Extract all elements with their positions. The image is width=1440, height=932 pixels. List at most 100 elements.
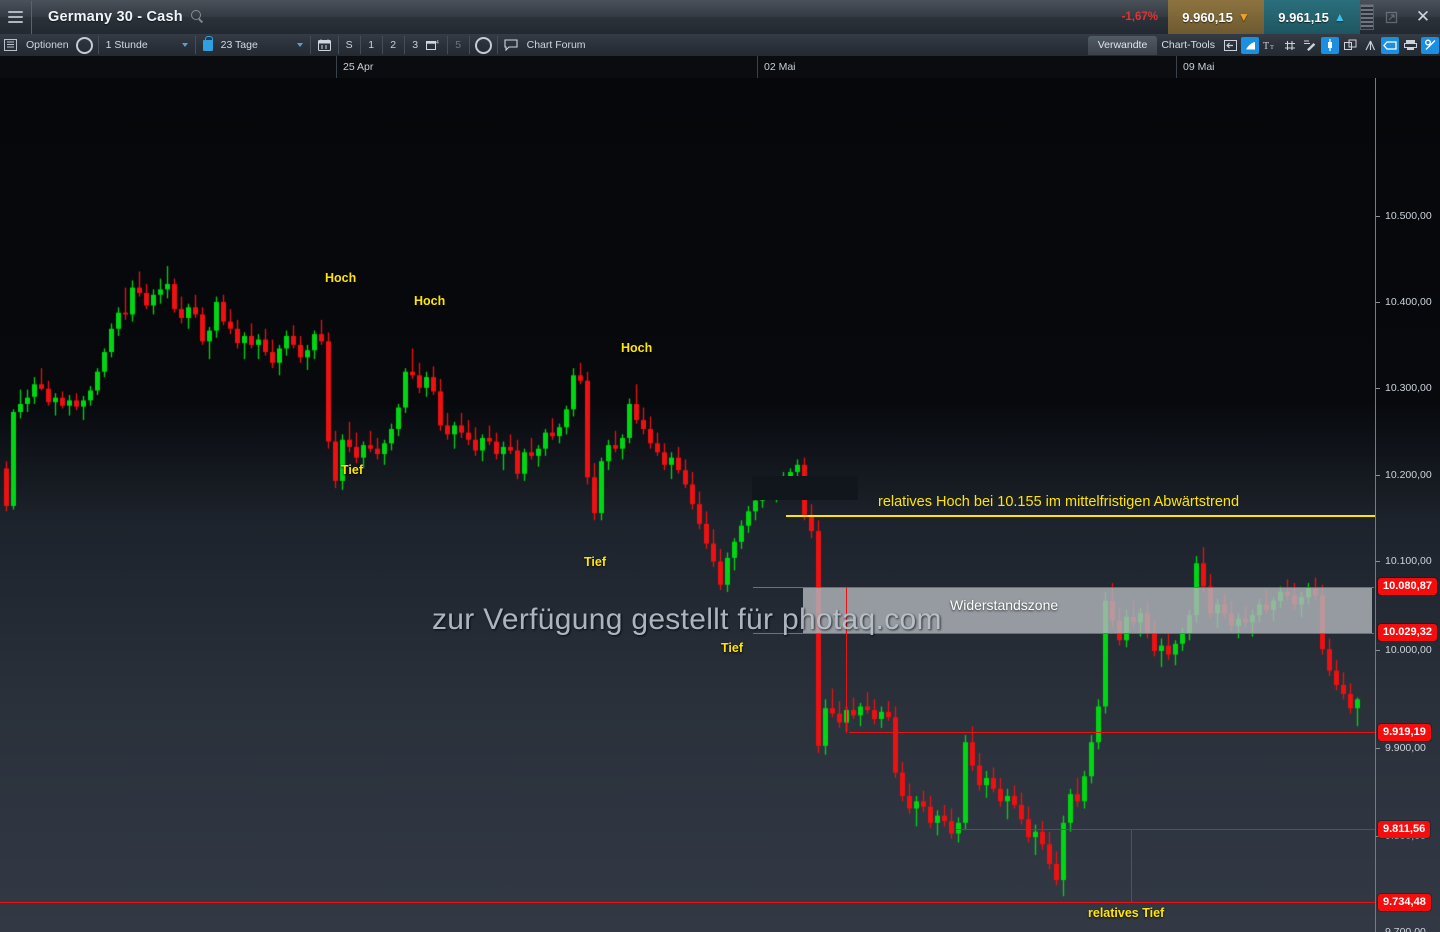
fork-tool-icon[interactable] bbox=[1361, 37, 1379, 54]
date-tick: 09 Mai bbox=[1176, 56, 1215, 78]
divider bbox=[496, 36, 498, 54]
watermark-text: zur Verfügung gestellt für photaq.com bbox=[432, 603, 942, 636]
divider bbox=[359, 36, 361, 54]
chart-annotation: Hoch bbox=[325, 271, 357, 285]
gear-icon[interactable] bbox=[75, 36, 93, 54]
chart-tools-label: Chart-Tools bbox=[1161, 39, 1215, 51]
chart-annotation: Tief bbox=[721, 641, 743, 655]
support-line[interactable] bbox=[0, 902, 1376, 903]
chart-tools-group: Verwandte Chart-Tools TT bbox=[1087, 34, 1440, 56]
price-axis-tick: 10.500,00 bbox=[1376, 209, 1440, 223]
candle-icon[interactable] bbox=[1321, 36, 1339, 54]
divider bbox=[468, 36, 470, 54]
scale-button-2[interactable]: 2 bbox=[386, 39, 401, 51]
chart-annotation: relatives Tief bbox=[1088, 906, 1165, 920]
lock-icon[interactable] bbox=[202, 35, 213, 51]
interval-value: 1 Stunde bbox=[105, 39, 148, 51]
snap-left-icon[interactable] bbox=[1221, 37, 1239, 54]
ask-price-button[interactable]: 9.961,15 ▲ bbox=[1264, 0, 1360, 34]
svg-text:T: T bbox=[1263, 41, 1269, 51]
divider bbox=[381, 36, 383, 54]
chart-dark-patch bbox=[752, 476, 858, 500]
tab-verwandte[interactable]: Verwandte bbox=[1087, 35, 1158, 55]
date-axis[interactable]: 25 Apr 02 Mai 09 Mai bbox=[0, 56, 1440, 79]
price-axis-tick: 10.100,00 bbox=[1376, 554, 1440, 568]
chart-toolbar: Optionen 1 Stunde 23 Tage S 1 2 3 4 5 Ch… bbox=[0, 34, 1440, 57]
price-axis-tick: 10.000,00 bbox=[1376, 643, 1440, 657]
chart-annotation: Tief bbox=[341, 463, 363, 477]
price-level-badge[interactable]: 9.811,56 bbox=[1378, 821, 1431, 838]
trend-note-label: relatives Hoch bei 10.155 im mittelfrist… bbox=[878, 494, 1240, 510]
restore-window-icon[interactable] bbox=[1376, 0, 1406, 34]
divider bbox=[194, 36, 196, 54]
chevron-down-icon bbox=[181, 43, 188, 47]
resistance-zone-label: Widerstandszone bbox=[950, 597, 1059, 613]
text-tool-icon[interactable]: TT bbox=[1261, 37, 1279, 54]
pencil-tool-icon[interactable] bbox=[1301, 37, 1319, 54]
price-level-badge[interactable]: 9.734,48 bbox=[1378, 894, 1431, 911]
price-level-badge[interactable]: 10.029,32 bbox=[1378, 624, 1437, 641]
bid-price-value: 9.960,15 bbox=[1182, 9, 1233, 25]
price-axis-tick: 9.900,00 bbox=[1376, 741, 1440, 755]
scale-button-3[interactable]: 3 bbox=[408, 39, 423, 51]
change-percent: -1,67% bbox=[1121, 11, 1158, 23]
list-icon[interactable] bbox=[2, 37, 19, 53]
magic-wand-icon[interactable] bbox=[1421, 36, 1439, 54]
search-icon[interactable] bbox=[190, 10, 205, 24]
price-axis-tick: 10.300,00 bbox=[1376, 381, 1440, 395]
ask-direction-icon: ▲ bbox=[1333, 10, 1346, 24]
chevron-down-icon bbox=[296, 43, 303, 47]
divider bbox=[309, 36, 311, 54]
price-axis-tick: 10.400,00 bbox=[1376, 295, 1440, 309]
support-line[interactable] bbox=[955, 829, 1376, 830]
range-value: 23 Tage bbox=[220, 39, 258, 51]
multi-window-icon[interactable]: 4 bbox=[425, 37, 442, 53]
print-icon[interactable] bbox=[1401, 37, 1419, 54]
support-line[interactable] bbox=[849, 732, 1376, 733]
curve-tool-icon[interactable] bbox=[1241, 36, 1259, 54]
callout-icon[interactable] bbox=[1381, 36, 1399, 54]
scale-button-s[interactable]: S bbox=[342, 39, 357, 51]
trading-chart-window: Germany 30 - Cash -1,67% 9.960,15 ▼ 9.96… bbox=[0, 0, 1440, 932]
price-level-badge[interactable]: 10.080,87 bbox=[1378, 578, 1437, 595]
chart-annotation: Hoch bbox=[414, 294, 446, 308]
instrument-title: Germany 30 - Cash bbox=[48, 9, 183, 25]
duplicate-icon[interactable] bbox=[1341, 37, 1359, 54]
divider bbox=[446, 36, 448, 54]
close-icon[interactable]: ✕ bbox=[1406, 0, 1440, 34]
divider bbox=[97, 36, 99, 54]
chart-annotation: Tief bbox=[584, 555, 606, 569]
interval-select[interactable]: 1 Stunde bbox=[102, 37, 192, 53]
hamburger-menu-icon[interactable] bbox=[0, 0, 32, 34]
speech-bubble-icon[interactable] bbox=[503, 37, 520, 53]
calendar-icon[interactable] bbox=[316, 37, 333, 53]
chart-forum-label[interactable]: Chart Forum bbox=[522, 39, 591, 51]
date-tick: 02 Mai bbox=[757, 56, 796, 78]
gear-icon[interactable] bbox=[474, 36, 492, 54]
chart-annotation: Hoch bbox=[621, 341, 653, 355]
price-axis-tick: 10.200,00 bbox=[1376, 468, 1440, 482]
svg-text:T: T bbox=[1270, 44, 1274, 51]
divider bbox=[337, 36, 339, 54]
price-ladder-icon[interactable] bbox=[1360, 4, 1374, 30]
options-label[interactable]: Optionen bbox=[21, 39, 74, 51]
range-select[interactable]: 23 Tage bbox=[217, 37, 307, 53]
level-vertical-marker bbox=[1131, 829, 1132, 902]
scale-button-1[interactable]: 1 bbox=[364, 39, 379, 51]
scale-button-5[interactable]: 5 bbox=[451, 39, 466, 51]
trend-resistance-line[interactable] bbox=[786, 515, 1376, 517]
chart-area[interactable]: Widerstandszone relatives Hoch bei 10.155… bbox=[0, 78, 1440, 932]
title-bar-right: -1,67% 9.960,15 ▼ 9.961,15 ▲ ✕ bbox=[1112, 0, 1440, 34]
price-axis-tick: 9.700,00 bbox=[1376, 925, 1440, 932]
divider bbox=[403, 36, 405, 54]
svg-text:4: 4 bbox=[436, 40, 439, 46]
ask-price-value: 9.961,15 bbox=[1278, 9, 1329, 25]
bid-price-button[interactable]: 9.960,15 ▼ bbox=[1168, 0, 1264, 34]
title-bar: Germany 30 - Cash -1,67% 9.960,15 ▼ 9.96… bbox=[0, 0, 1440, 35]
grid-icon[interactable] bbox=[1281, 37, 1299, 54]
price-axis[interactable]: 10.500,00 10.400,00 10.300,00 10.200,00 10.1… bbox=[1375, 78, 1440, 932]
price-level-badge[interactable]: 9.919,19 bbox=[1378, 724, 1431, 741]
bid-direction-icon: ▼ bbox=[1237, 10, 1250, 24]
price-plot[interactable]: Widerstandszone relatives Hoch bei 10.155… bbox=[0, 78, 1376, 932]
date-tick: 25 Apr bbox=[336, 56, 373, 78]
